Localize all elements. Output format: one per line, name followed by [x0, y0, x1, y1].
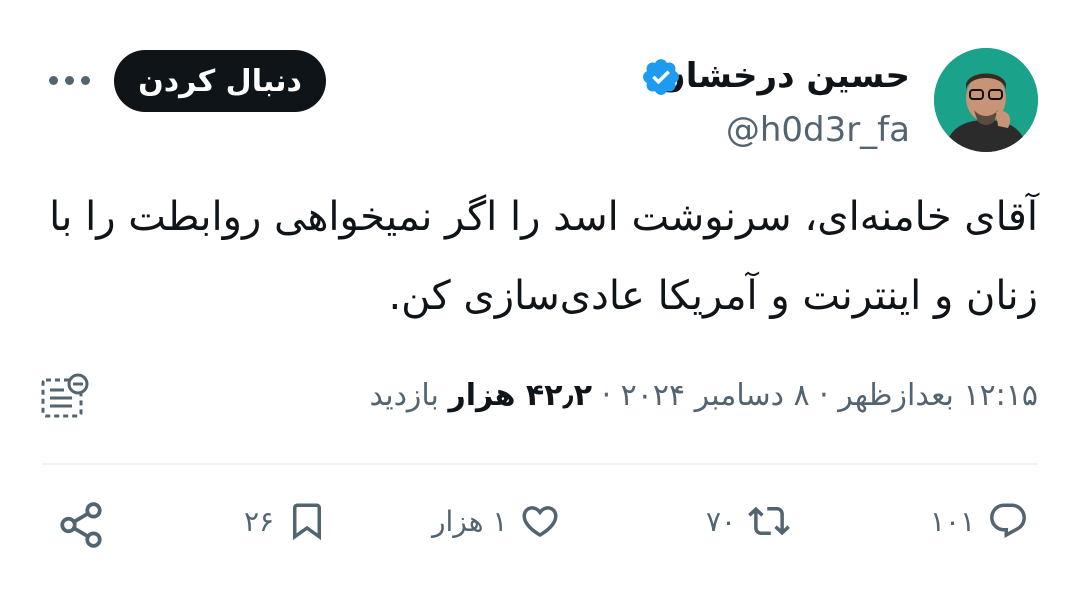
views-count: ۴۲٫۲ هزار: [448, 378, 593, 413]
divider: [42, 463, 1038, 465]
tweet-time[interactable]: ۱۲:۱۵ بعدازظهر: [838, 378, 1038, 413]
more-dot: [80, 75, 90, 85]
retweet-count: ۷۰: [706, 504, 737, 538]
more-horizontal-icon[interactable]: [44, 60, 94, 100]
retweet-icon: [748, 506, 790, 536]
bookmark-icon: [293, 503, 322, 541]
retweet-button[interactable]: ۷۰: [706, 500, 790, 542]
share-icon: [60, 502, 102, 548]
reply-button[interactable]: ۱۰۱: [930, 500, 1029, 542]
bookmark-button[interactable]: ۲۶: [244, 500, 328, 542]
follow-button[interactable]: دنبال کردن: [114, 50, 326, 112]
verified-badge-icon: [643, 59, 679, 95]
tweet-text-line: زنان و اینترنت و آمریکا عادی‌سازی کن.: [388, 273, 1038, 319]
avatar[interactable]: [934, 48, 1038, 152]
like-button[interactable]: ۱ هزار: [432, 500, 561, 542]
bookmark-count: ۲۶: [244, 504, 275, 538]
avatar-image: [934, 48, 1038, 152]
reply-count: ۱۰۱: [930, 504, 976, 538]
meta-separator: ·: [809, 378, 839, 413]
user-handle[interactable]: @h0d3r_fa: [726, 110, 910, 150]
display-name[interactable]: حسین درخشان: [657, 56, 910, 96]
reply-icon: [990, 503, 1027, 538]
views-label: بازدید: [369, 378, 449, 413]
heart-icon: [522, 506, 558, 538]
tweet-text: آقای خامنه‌ای، سرنوشت اسد را اگر نمیخواه…: [40, 196, 1038, 354]
share-button[interactable]: [56, 500, 106, 550]
more-dot: [64, 75, 74, 85]
tweet-text-line: آقای خامنه‌ای، سرنوشت اسد را اگر نمیخواه…: [49, 194, 1038, 240]
community-notes-icon[interactable]: [40, 372, 92, 420]
tweet-meta: ۱۲:۱۵ بعدازظهر · ۸ دسامبر ۲۰۲۴ · ۴۲٫۲ هز…: [369, 372, 1038, 420]
more-dot: [48, 75, 58, 85]
meta-separator: ·: [592, 378, 621, 413]
like-count: ۱ هزار: [432, 504, 508, 538]
tweet-date[interactable]: ۸ دسامبر ۲۰۲۴: [621, 378, 810, 413]
